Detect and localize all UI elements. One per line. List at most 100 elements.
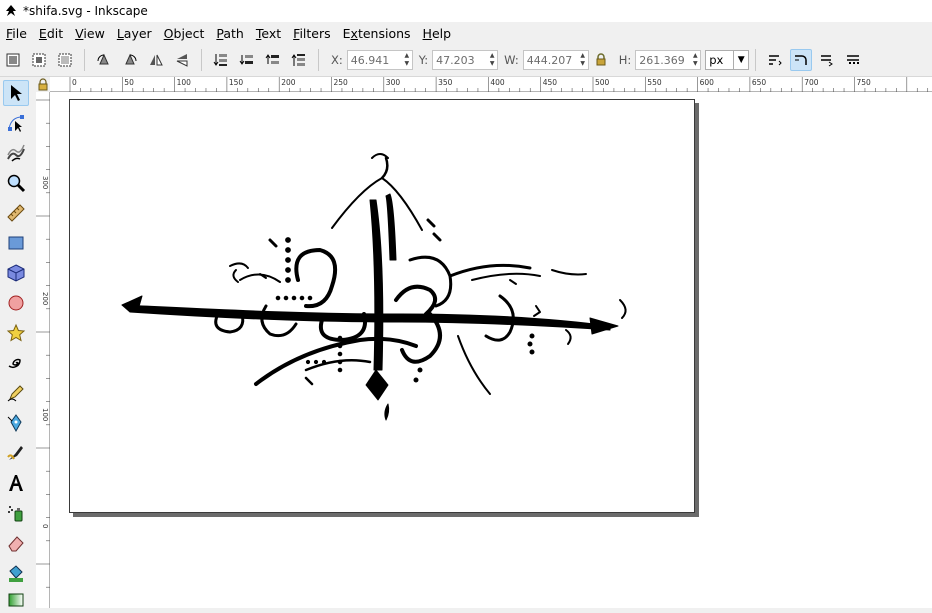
spin-down-icon[interactable]: ▼	[690, 60, 700, 68]
pencil-tool[interactable]	[3, 380, 29, 406]
lower-to-bottom-button[interactable]	[210, 49, 232, 71]
spin-down-icon[interactable]: ▼	[578, 60, 588, 68]
menu-label-rest: ayer	[123, 25, 152, 41]
chevron-down-icon[interactable]: ▼	[733, 51, 748, 69]
menu-edit[interactable]: Edit	[33, 26, 69, 41]
ruler-label: 400	[490, 78, 505, 87]
menu-text[interactable]: Text	[250, 26, 287, 41]
menu-file[interactable]: File	[0, 26, 33, 41]
y-spinbox[interactable]: ▲▼	[432, 50, 499, 70]
select-all-layers-icon	[32, 53, 46, 67]
ruler-label: 300	[386, 78, 401, 87]
zoom-magnifier-icon	[7, 174, 26, 193]
select-all-button[interactable]	[2, 49, 24, 71]
spin-up-icon[interactable]: ▲	[690, 52, 700, 60]
spray-tool[interactable]	[3, 500, 29, 526]
gradient-icon	[8, 593, 24, 607]
menu-view[interactable]: View	[69, 26, 111, 41]
menu-label-rest: ilters	[299, 25, 331, 41]
paint-bucket-tool[interactable]	[3, 560, 29, 586]
spiral-icon	[8, 358, 21, 368]
scale-stroke-button[interactable]	[764, 49, 786, 71]
menu-label-rest: iew	[83, 25, 105, 41]
deselect-button[interactable]	[54, 49, 76, 71]
spin-down-icon[interactable]: ▼	[402, 60, 412, 68]
x-spin-arrows[interactable]: ▲ ▼	[402, 51, 412, 69]
raise-button[interactable]	[262, 49, 284, 71]
w-input[interactable]	[523, 52, 578, 68]
gradient-tool[interactable]	[3, 587, 29, 613]
y-input[interactable]	[433, 52, 488, 68]
flip-vertical-icon	[176, 54, 188, 67]
raise-to-top-button[interactable]	[288, 49, 310, 71]
spiral-tool[interactable]	[3, 350, 29, 376]
h-spinbox[interactable]: ▲▼	[635, 50, 702, 70]
star-tool[interactable]	[3, 320, 29, 346]
3d-box-tool[interactable]	[3, 260, 29, 286]
move-gradients-button[interactable]	[816, 49, 838, 71]
y-spin-arrows[interactable]: ▲ ▼	[487, 51, 497, 69]
text-tool[interactable]	[3, 470, 29, 496]
ruler-label: 750	[857, 78, 872, 87]
lock-ratio-icon[interactable]	[595, 53, 607, 67]
menu-extensions[interactable]: Extensions	[337, 26, 417, 41]
h-spin-arrows[interactable]: ▲ ▼	[690, 51, 700, 69]
selector-tool[interactable]	[3, 80, 29, 106]
calligraphy-tool[interactable]	[3, 440, 29, 466]
vertical-ruler[interactable]: 300 200 100 0	[36, 92, 50, 608]
title-bar: *shifa.svg - Inkscape	[0, 0, 932, 22]
x-input[interactable]	[347, 52, 402, 68]
select-all-layers-button[interactable]	[28, 49, 50, 71]
scale-rounded-corners-icon	[795, 55, 807, 65]
w-spinbox[interactable]: ▲▼	[522, 50, 589, 70]
document-page[interactable]	[69, 99, 695, 513]
ruler-label: 700	[804, 78, 819, 87]
spin-up-icon[interactable]: ▲	[578, 52, 588, 60]
h-input[interactable]	[636, 52, 691, 68]
node-tool[interactable]	[3, 110, 29, 136]
ellipse-icon	[8, 295, 24, 311]
flip-vertical-button[interactable]	[171, 49, 193, 71]
rectangle-tool[interactable]	[3, 230, 29, 256]
window-title: *shifa.svg - Inkscape	[23, 4, 148, 18]
rotate-cw-icon	[125, 53, 137, 65]
w-label: W:	[504, 53, 519, 67]
horizontal-ruler[interactable]: 0 50 100 150 200 250 300 350 400 450 500 550 600 650 7…	[50, 77, 932, 92]
pen-tool[interactable]	[3, 410, 29, 436]
rotate-ccw-button[interactable]	[93, 49, 115, 71]
lower-icon	[239, 55, 253, 65]
menu-label-rest: dit	[46, 25, 64, 41]
unit-select[interactable]: px ▼	[705, 50, 750, 70]
ruler-label: 550	[647, 78, 662, 87]
menu-layer[interactable]: Layer	[111, 26, 158, 41]
ruler-label: 0	[72, 78, 77, 87]
spin-down-icon[interactable]: ▼	[487, 60, 497, 68]
eraser-icon	[8, 536, 24, 552]
move-patterns-button[interactable]	[842, 49, 864, 71]
lower-button[interactable]	[236, 49, 258, 71]
menu-filters[interactable]: Filters	[287, 26, 336, 41]
guide-lock-icon[interactable]	[36, 77, 50, 92]
menu-path[interactable]: Path	[210, 26, 249, 41]
menu-object[interactable]: Object	[158, 26, 211, 41]
ellipse-tool[interactable]	[3, 290, 29, 316]
calligraphy-pen-icon	[7, 446, 23, 460]
zoom-tool[interactable]	[3, 170, 29, 196]
x-spinbox[interactable]: ▲▼	[346, 50, 413, 70]
spin-up-icon[interactable]: ▲	[487, 52, 497, 60]
pen-bezier-icon	[7, 414, 22, 433]
spin-up-icon[interactable]: ▲	[402, 52, 412, 60]
measure-tool[interactable]	[3, 200, 29, 226]
flip-horizontal-button[interactable]	[145, 49, 167, 71]
scale-rounded-corners-button[interactable]	[790, 49, 813, 71]
w-spin-arrows[interactable]: ▲ ▼	[578, 51, 588, 69]
calligraphy-artwork[interactable]	[70, 100, 694, 512]
eraser-tool[interactable]	[3, 530, 29, 556]
tweak-tool[interactable]	[3, 140, 29, 166]
star-icon	[6, 323, 26, 342]
ruler-label: 100	[177, 78, 192, 87]
rotate-cw-button[interactable]	[119, 49, 141, 71]
drawing-canvas[interactable]	[50, 92, 932, 608]
3d-box-icon	[7, 264, 25, 282]
menu-help[interactable]: Help	[417, 26, 458, 41]
